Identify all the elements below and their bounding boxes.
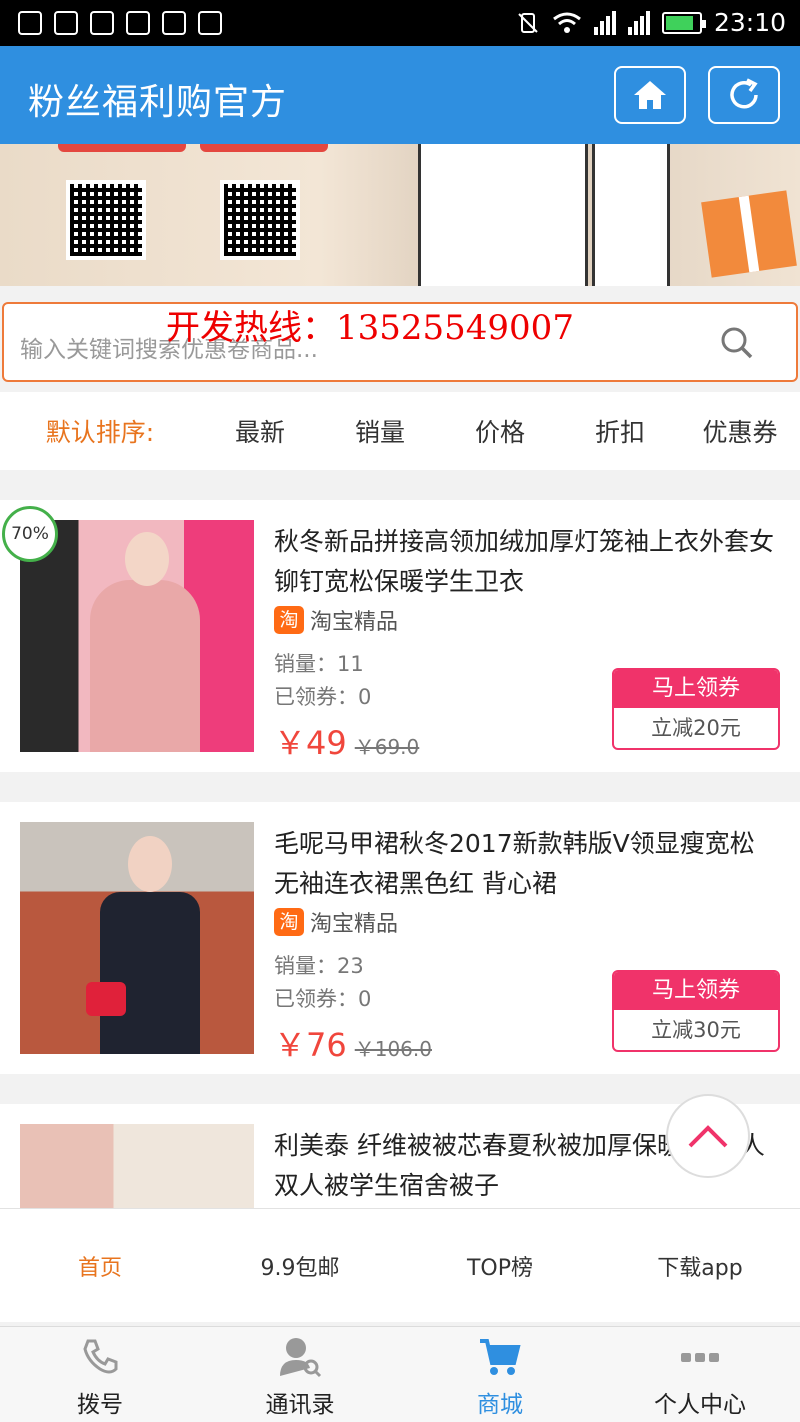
sort-sales[interactable]: 销量	[320, 413, 440, 449]
sort-discount[interactable]: 折扣	[560, 413, 680, 449]
image-icon	[126, 11, 150, 35]
tab-mall[interactable]: 商城	[400, 1327, 600, 1422]
coupon-value: 立减20元	[651, 716, 741, 740]
shield-icon	[90, 11, 114, 35]
search-input[interactable]: 输入关键词搜索优惠卷商品... 开发热线：13525549007	[2, 302, 798, 382]
claimed-count: 已领券：0	[274, 987, 372, 1011]
product-figure	[90, 580, 200, 752]
coupon-label: 马上领券	[614, 972, 778, 1010]
sort-bar: 默认排序: 最新 销量 价格 折扣 优惠券	[0, 392, 800, 470]
clock: 23:10	[713, 8, 786, 37]
subnav-free-shipping[interactable]: 9.9包邮	[200, 1250, 400, 1282]
contacts-icon	[276, 1335, 324, 1379]
sort-price[interactable]: 价格	[440, 413, 560, 449]
current-price: ￥76	[274, 1026, 347, 1064]
product-title[interactable]: 毛呢马甲裙秋冬2017新款韩版V领显瘦宽松无袖连衣裙黑色红 背心裙	[274, 824, 774, 904]
get-coupon-button[interactable]: 马上领券 立减30元	[612, 970, 780, 1052]
app-header: 粉丝福利购官方	[0, 46, 800, 144]
app-icon	[162, 11, 186, 35]
platform-label: 淘宝精品	[310, 610, 399, 635]
coupon-label: 马上领券	[614, 670, 778, 708]
gift-box-image	[701, 190, 797, 278]
home-button[interactable]	[614, 66, 686, 124]
vibrate-off-icon	[518, 12, 538, 33]
sales-count: 销量：23	[274, 954, 364, 978]
grid-icon	[198, 11, 222, 35]
category-nav: 首页 9.9包邮 TOP榜 下载app	[0, 1208, 800, 1322]
tab-label: 拨号	[77, 1392, 123, 1418]
promo-banner[interactable]	[0, 144, 800, 286]
original-price: ￥69.0	[354, 735, 420, 759]
original-price: ￥106.0	[354, 1037, 432, 1061]
search-icon[interactable]	[720, 326, 754, 360]
product-figure-head	[125, 532, 169, 586]
product-figure	[100, 892, 200, 1054]
subnav-home[interactable]: 首页	[0, 1250, 200, 1282]
product-bag	[86, 982, 126, 1016]
taobao-icon: 淘	[274, 908, 304, 936]
get-coupon-button[interactable]: 马上领券 立减20元	[612, 668, 780, 750]
subnav-top[interactable]: TOP榜	[400, 1250, 600, 1282]
product-card[interactable]: 毛呢马甲裙秋冬2017新款韩版V领显瘦宽松无袖连衣裙黑色红 背心裙 淘 淘宝精品…	[0, 802, 800, 1074]
product-title[interactable]: 秋冬新品拼接高领加绒加厚灯笼袖上衣外套女铆钉宽松保暖学生卫衣	[274, 522, 774, 602]
signal-icon-2	[627, 10, 650, 35]
platform-tag: 淘 淘宝精品	[274, 906, 398, 938]
product-figure-head	[128, 836, 172, 892]
phone-mockup-image	[418, 144, 588, 286]
bottom-tab-bar: 拨号 通讯录 商城 个人中心	[0, 1326, 800, 1422]
tab-label: 通讯录	[265, 1392, 335, 1418]
product-image[interactable]	[20, 822, 254, 1054]
taobao-icon: 淘	[274, 606, 304, 634]
scroll-top-button[interactable]	[666, 1094, 750, 1178]
price-group: ￥76 ￥106.0	[274, 1020, 432, 1066]
status-bar: 23:10	[0, 0, 800, 46]
discount-percent-badge: 70%	[2, 506, 58, 562]
tab-label: 个人中心	[654, 1392, 746, 1418]
sort-coupon[interactable]: 优惠券	[680, 413, 800, 449]
product-image[interactable]	[20, 1124, 254, 1208]
battery-icon	[661, 11, 706, 34]
qr-code-image	[66, 180, 146, 260]
platform-label: 淘宝精品	[310, 912, 399, 937]
wifi-icon	[553, 12, 581, 33]
notification-icons	[18, 11, 222, 35]
current-price: ￥49	[274, 724, 347, 762]
page-title: 粉丝福利购官方	[28, 82, 288, 123]
product-card[interactable]: 70% 秋冬新品拼接高领加绒加厚灯笼袖上衣外套女铆钉宽松保暖学生卫衣 淘 淘宝精…	[0, 500, 800, 772]
home-icon	[634, 81, 666, 109]
message-icon	[18, 11, 42, 35]
claimed-count: 已领券：0	[274, 685, 372, 709]
coupon-value: 立减30元	[651, 1018, 741, 1042]
cart-icon	[476, 1335, 524, 1379]
banner-tab	[200, 144, 328, 152]
sort-newest[interactable]: 最新	[200, 413, 320, 449]
refresh-icon	[730, 78, 758, 109]
refresh-button[interactable]	[708, 66, 780, 124]
tab-label: 商城	[477, 1392, 523, 1418]
qq-icon	[54, 11, 78, 35]
price-group: ￥49 ￥69.0	[274, 718, 419, 764]
sort-default[interactable]: 默认排序:	[0, 413, 200, 449]
phone-icon	[76, 1335, 124, 1379]
signal-icon	[593, 10, 616, 35]
banner-tab	[58, 144, 186, 152]
tab-contacts[interactable]: 通讯录	[200, 1327, 400, 1422]
phone-mockup-image	[592, 144, 670, 286]
sales-count: 销量：11	[274, 652, 364, 676]
chevron-up-icon	[688, 1125, 728, 1148]
platform-tag: 淘 淘宝精品	[274, 604, 398, 636]
qr-code-image	[220, 180, 300, 260]
product-image[interactable]	[20, 520, 254, 752]
subnav-download-app[interactable]: 下载app	[600, 1250, 800, 1282]
hotline-overlay: 开发热线：13525549007	[166, 308, 574, 348]
tab-dialer[interactable]: 拨号	[0, 1327, 200, 1422]
more-icon	[676, 1335, 724, 1379]
tab-profile[interactable]: 个人中心	[600, 1327, 800, 1422]
